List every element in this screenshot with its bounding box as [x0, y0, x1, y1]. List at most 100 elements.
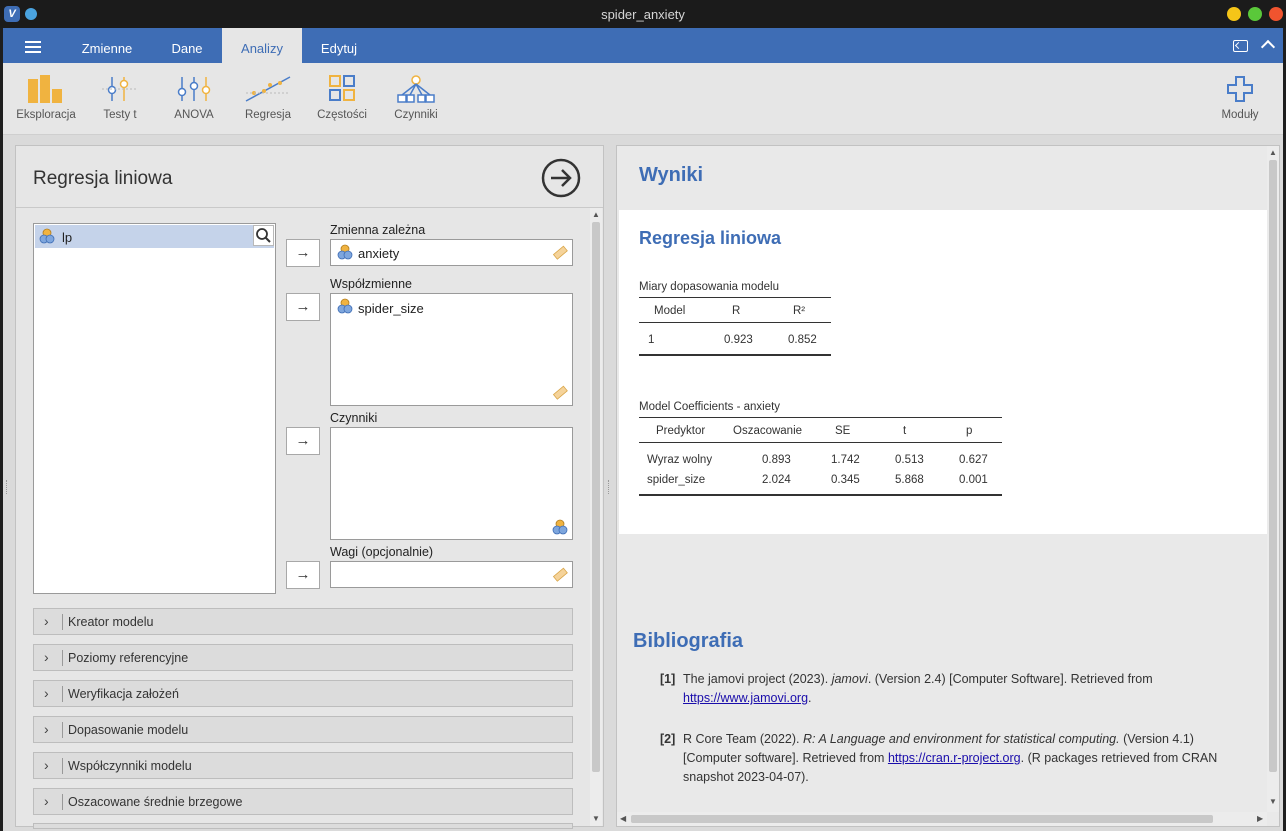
chevron-right-icon: › [44, 613, 49, 629]
menu-bar: Zmienne Dane Analizy Edytuj [3, 28, 1283, 63]
table-cell: spider_size [647, 474, 706, 486]
chevron-right-icon: › [44, 649, 49, 665]
move-to-weights-button[interactable]: → [286, 561, 320, 589]
tab-edytuj[interactable]: Edytuj [306, 28, 372, 63]
move-to-dependent-button[interactable]: → [286, 239, 320, 267]
section-kreator-modelu[interactable]: › Kreator modelu [33, 608, 573, 635]
ribbon-czestosci-label: Częstości [317, 109, 367, 121]
scroll-down-arrow-icon[interactable]: ▼ [592, 814, 600, 823]
reference-end: . [808, 691, 812, 705]
collapse-ribbon-icon[interactable] [1260, 39, 1276, 55]
table-header: Predyktor [656, 425, 706, 437]
panel-splitter-handle[interactable] [608, 480, 611, 494]
reference-text: The jamovi project (2023). jamovi. (Vers… [683, 670, 1243, 708]
table-cell: Wyraz wolny [647, 454, 713, 466]
section-poziomy-referencyjne[interactable]: › Poziomy referencyjne [33, 644, 573, 671]
reference-number: [1] [660, 672, 676, 686]
scrollbar-thumb[interactable] [1269, 160, 1277, 772]
move-to-covariates-button[interactable]: → [286, 293, 320, 321]
table-cell: 0.852 [788, 334, 817, 346]
ribbon-moduly[interactable]: Moduły [1205, 75, 1275, 121]
section-divider [62, 686, 63, 702]
tab-zmienne[interactable]: Zmienne [71, 28, 143, 63]
results-analysis-title: Regresja liniowa [639, 228, 782, 248]
table-header: R [732, 305, 741, 317]
section-weryfikacja-zalozen[interactable]: › Weryfikacja założeń [33, 680, 573, 707]
results-horizontal-scrollbar[interactable]: ◀ ▶ [617, 812, 1267, 826]
table-cell: 0.001 [959, 474, 988, 486]
reference-title: jamovi [831, 672, 868, 686]
ribbon-testy-t-label: Testy t [103, 109, 137, 121]
dependent-variable-box[interactable]: anxiety [330, 239, 573, 266]
scroll-left-arrow-icon[interactable]: ◀ [620, 814, 626, 823]
covariates-box[interactable]: spider_size [330, 293, 573, 406]
table-cell: 2.024 [762, 474, 791, 486]
close-button[interactable] [1269, 7, 1283, 21]
ribbon-czestosci[interactable]: Częstości [307, 75, 377, 121]
reference-link[interactable]: https://cran.r-project.org [888, 751, 1021, 765]
chevron-right-icon: › [44, 793, 49, 809]
weights-box[interactable] [330, 561, 573, 588]
scroll-up-arrow-icon[interactable]: ▲ [592, 210, 600, 219]
move-to-factors-button[interactable]: → [286, 427, 320, 455]
analysis-ribbon: Eksploracja Testy t ANOVA Regresja Częst… [3, 63, 1283, 135]
ribbon-eksploracja[interactable]: Eksploracja [11, 75, 81, 121]
factors-box[interactable] [330, 427, 573, 540]
section-divider [62, 722, 63, 738]
section-divider [62, 758, 63, 774]
scroll-right-arrow-icon[interactable]: ▶ [1257, 814, 1263, 823]
regression-results-card[interactable]: Regresja liniowa Miary dopasowania model… [619, 210, 1267, 534]
chevron-right-icon: › [44, 757, 49, 773]
ribbon-testy-t[interactable]: Testy t [85, 75, 155, 121]
table-header: R² [793, 305, 806, 317]
scrollbar-thumb[interactable] [631, 815, 1213, 823]
table-cell: 1.742 [831, 454, 860, 466]
tab-analizy[interactable]: Analizy [222, 28, 302, 63]
dependent-label: Zmienna zależna [330, 223, 426, 237]
table-rule [639, 442, 1002, 443]
left-resize-handle[interactable] [6, 480, 9, 494]
table-cell: 1 [648, 334, 655, 346]
ribbon-regresja[interactable]: Regresja [233, 75, 303, 121]
results-vertical-scrollbar[interactable]: ▲ ▼ [1267, 146, 1279, 812]
ribbon-czynniki[interactable]: Czynniki [381, 75, 451, 121]
table-cell: 0.923 [724, 334, 753, 346]
scroll-down-arrow-icon[interactable]: ▼ [1269, 797, 1277, 806]
scrollbar-thumb[interactable] [592, 222, 600, 772]
section-label: Oszacowane średnie brzegowe [68, 795, 243, 809]
nominal-variable-icon [552, 519, 568, 535]
section-partial[interactable] [33, 823, 573, 829]
maximize-button[interactable] [1248, 7, 1262, 21]
variable-search-button[interactable] [253, 225, 274, 246]
table-header: SE [835, 425, 851, 437]
section-label: Współczynniki modelu [68, 759, 192, 773]
factor-tree-icon [397, 75, 435, 103]
table-header: Oszacowanie [733, 425, 803, 437]
reference-link[interactable]: https://www.jamovi.org [683, 691, 808, 705]
source-variable-list[interactable]: lp [33, 223, 276, 594]
section-label: Kreator modelu [68, 615, 154, 629]
section-wspolczynniki-modelu[interactable]: › Współczynniki modelu [33, 752, 573, 779]
ruler-icon [552, 245, 568, 260]
options-header: Regresja liniowa [16, 146, 603, 208]
close-options-arrow-icon[interactable] [541, 158, 581, 198]
plus-modules-icon [1227, 76, 1253, 102]
list-item[interactable]: lp [35, 225, 274, 248]
anova-icon [177, 77, 211, 101]
table-header: Model [654, 305, 686, 317]
scroll-up-arrow-icon[interactable]: ▲ [1269, 148, 1277, 157]
covariates-label: Współzmienne [330, 277, 412, 291]
results-panel: Wyniki Regresja liniowa Miary dopasowani… [616, 145, 1280, 827]
results-mode-icon[interactable] [1233, 40, 1248, 52]
reference-number: [2] [660, 732, 676, 746]
options-scrollbar[interactable]: ▲ ▼ [590, 208, 602, 826]
minimize-button[interactable] [1227, 7, 1241, 21]
ribbon-anova[interactable]: ANOVA [159, 75, 229, 121]
tab-dane[interactable]: Dane [153, 28, 221, 63]
table-cell: 0.513 [895, 454, 924, 466]
section-dopasowanie-modelu[interactable]: › Dopasowanie modelu [33, 716, 573, 743]
bar-chart-icon [28, 75, 62, 103]
section-oszacowane-srednie[interactable]: › Oszacowane średnie brzegowe [33, 788, 573, 815]
hamburger-menu-icon[interactable] [21, 36, 45, 56]
section-label: Dopasowanie modelu [68, 723, 189, 737]
